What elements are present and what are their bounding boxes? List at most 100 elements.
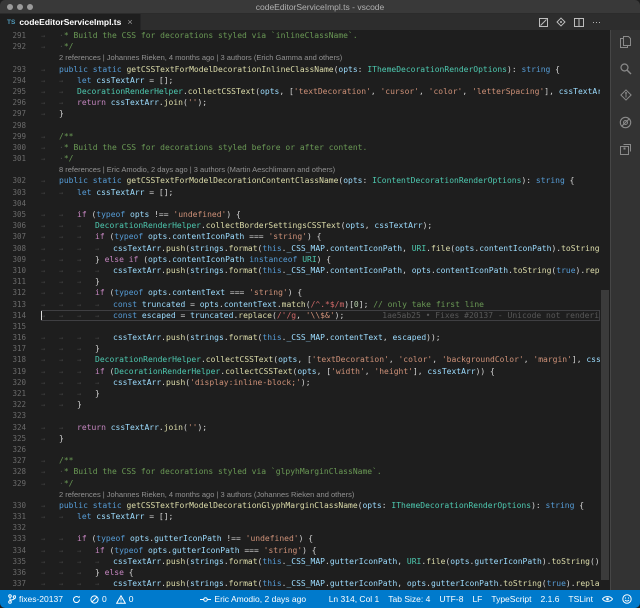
ts-version-indicator[interactable]: 2.1.6 [541,594,560,604]
line-number: 332 [0,522,41,533]
code-line: 310→→→→cssTextArr.push(strings.format(th… [0,265,600,276]
close-window-button[interactable] [7,4,13,10]
zoom-window-button[interactable] [27,4,33,10]
codelens-row: 2 references | Johannes Rieken, 4 months… [0,52,600,63]
tab-whitespace-arrow: → [59,579,77,589]
line-number: 337 [0,578,41,589]
line-number: 308 [0,243,41,254]
tab-whitespace-arrow: → [77,333,95,343]
code-line: 335→→→→cssTextArr.push(strings.format(th… [0,556,600,567]
line-number: 305 [0,209,41,220]
line-number: 330 [0,500,41,511]
gitlens-blame-item[interactable]: Eric Amodio, 2 days ago [200,594,306,604]
line-number: 322 [0,399,41,410]
tab-whitespace-arrow: → [59,221,77,231]
debug-icon[interactable] [618,115,633,130]
more-actions-icon[interactable]: ⋯ [592,19,602,25]
tab-codeeditorserviceimpl[interactable]: TS codeEditorServiceImpl.ts × [0,14,141,30]
code-line: 312→→→if (typeof opts.contentText === 's… [0,287,600,298]
title-bar: codeEditorServiceImpl.ts - vscode [0,0,640,14]
tab-whitespace-arrow: → [59,300,77,310]
code-line: 317→→→} [0,343,600,354]
tab-whitespace-arrow: → [95,378,113,388]
feedback-smiley-icon[interactable] [622,594,632,604]
tab-whitespace-arrow: → [77,367,95,377]
tab-whitespace-arrow: → [41,557,59,567]
code-line: 306→→→DecorationRenderHelper.collectBord… [0,220,600,231]
eol-indicator[interactable]: LF [472,594,482,604]
line-number: 329 [0,478,41,489]
code-line: 309→→→} else if (opts.contentIconPath in… [0,254,600,265]
explorer-icon[interactable] [618,34,633,49]
gitlens-icon[interactable] [556,17,566,27]
code-line: 330→public static getCSSTextForModelDeco… [0,500,600,511]
codelens-row: 2 references | Johannes Rieken, 4 months… [0,489,600,500]
tab-whitespace-arrow: → [95,579,113,589]
tab-whitespace-arrow: → [41,277,59,287]
sync-button[interactable] [72,595,81,604]
tab-close-icon[interactable]: × [127,17,132,27]
code-line: 324→→return cssTextArr.join(''); [0,422,600,433]
language-indicator[interactable]: TypeScript [491,594,531,604]
line-number: 300 [0,142,41,153]
search-icon[interactable] [618,61,633,76]
line-number: 306 [0,220,41,231]
code-line: 326 [0,444,600,455]
git-branch-item[interactable]: fixes-20137 [8,594,63,604]
tab-whitespace-arrow: → [59,355,77,365]
source-control-icon[interactable] [618,88,633,103]
tab-whitespace-arrow: → [77,255,95,265]
line-col-indicator[interactable]: Ln 314, Col 1 [329,594,380,604]
tab-whitespace-arrow: → [77,300,95,310]
extensions-icon[interactable] [618,142,633,157]
tab-whitespace-arrow: → [41,367,59,377]
tab-whitespace-arrow: → [41,467,59,477]
tab-whitespace-arrow: → [59,546,77,556]
tab-whitespace-arrow: → [41,355,59,365]
tab-whitespace-arrow: → [59,400,77,410]
eye-icon[interactable] [602,595,613,603]
tab-whitespace-arrow: → [41,333,59,343]
code-line: 297→} [0,108,600,119]
tab-whitespace-arrow: → [41,65,59,75]
line-number: 294 [0,75,41,86]
split-editor-icon[interactable] [574,18,584,27]
minimize-window-button[interactable] [17,4,23,10]
tab-whitespace-arrow: → [41,423,59,433]
encoding-indicator[interactable]: UTF-8 [439,594,463,604]
tab-whitespace-arrow: → [95,244,113,254]
tab-whitespace-arrow: → [41,188,59,198]
tab-bar: TS codeEditorServiceImpl.ts × ⋯ [0,14,640,30]
code-editor[interactable]: 291→·* Build the CSS for decorations sty… [0,30,600,590]
open-changes-icon[interactable] [539,18,548,27]
tab-whitespace-arrow: → [59,568,77,578]
line-number: 317 [0,343,41,354]
error-count: 0 [102,594,107,604]
line-number [0,52,41,63]
tab-whitespace-arrow: → [59,277,77,287]
window-title: codeEditorServiceImpl.ts - vscode [0,0,640,14]
codelens-references[interactable]: 2 references | Johannes Rieken, 4 months… [41,489,354,500]
line-number: 291 [0,30,41,41]
code-line: 331→→let cssTextArr = []; [0,511,600,522]
line-number: 321 [0,388,41,399]
line-number: 326 [0,444,41,455]
code-line: 314→→→→const escaped = truncated.replace… [0,310,600,321]
code-line: 321→→→} [0,388,600,399]
tab-whitespace-arrow: → [77,244,95,254]
code-line: 295→→DecorationRenderHelper.collectCSSTe… [0,86,600,97]
tab-size-indicator[interactable]: Tab Size: 4 [388,594,430,604]
codelens-references[interactable]: 8 references | Eric Amodio, 2 days ago |… [41,164,335,175]
codelens-references[interactable]: 2 references | Johannes Rieken, 4 months… [41,52,342,63]
warnings-item[interactable]: 0 [116,594,134,604]
line-number [0,489,41,500]
errors-item[interactable]: 0 [90,594,107,604]
editor-scrollbar[interactable] [600,30,610,590]
tab-whitespace-arrow: → [59,288,77,298]
tslint-indicator[interactable]: TSLint [568,594,593,604]
scrollbar-thumb[interactable] [601,290,609,580]
tab-whitespace-arrow: → [59,188,77,198]
tab-whitespace-arrow: → [95,333,113,343]
line-number: 298 [0,120,41,131]
tab-whitespace-arrow: → [41,434,59,444]
